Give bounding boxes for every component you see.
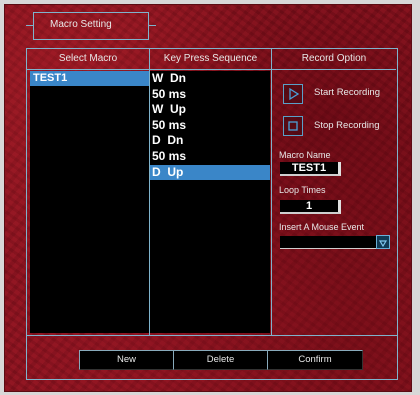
mouse-event-select[interactable]: [280, 235, 390, 249]
sequence-item[interactable]: W Up: [150, 102, 270, 118]
key-sequence-list[interactable]: W Dn 50 ms W Up 50 ms D Dn 50 ms D Up: [150, 71, 270, 333]
sequence-item[interactable]: D Up: [150, 164, 270, 181]
loop-times-label: Loop Times: [279, 185, 326, 195]
record-option-header: Record Option: [272, 49, 396, 70]
stop-recording-button[interactable]: [283, 116, 303, 136]
stop-recording-label[interactable]: Stop Recording: [314, 120, 379, 131]
play-icon: [289, 87, 300, 101]
macro-name-field[interactable]: TEST1: [280, 162, 341, 176]
macro-name-label: Macro Name: [279, 150, 331, 160]
new-button[interactable]: New: [79, 350, 174, 370]
mouse-event-label: Insert A Mouse Event: [279, 222, 365, 232]
list-item[interactable]: TEST1: [30, 71, 149, 86]
macro-list[interactable]: TEST1: [30, 71, 149, 333]
chevron-down-icon: [378, 240, 388, 248]
sequence-item[interactable]: D Dn: [150, 133, 270, 149]
window-title: Macro Setting: [50, 19, 112, 30]
loop-times-field[interactable]: 1: [280, 200, 341, 214]
delete-button[interactable]: Delete: [173, 350, 268, 370]
select-macro-header: Select Macro: [27, 49, 149, 70]
sequence-item[interactable]: 50 ms: [150, 149, 270, 165]
sequence-item[interactable]: 50 ms: [150, 87, 270, 103]
sequence-item[interactable]: W Dn: [150, 71, 270, 87]
stop-icon: [288, 121, 298, 131]
bottom-divider: [27, 335, 397, 336]
column-divider: [271, 49, 272, 335]
confirm-button[interactable]: Confirm: [267, 350, 363, 370]
start-recording-button[interactable]: [283, 84, 303, 104]
title-divider: [148, 25, 156, 26]
key-sequence-header: Key Press Sequence: [150, 49, 271, 70]
start-recording-label[interactable]: Start Recording: [314, 87, 380, 98]
dropdown-button[interactable]: [376, 235, 390, 249]
sequence-item[interactable]: 50 ms: [150, 118, 270, 134]
